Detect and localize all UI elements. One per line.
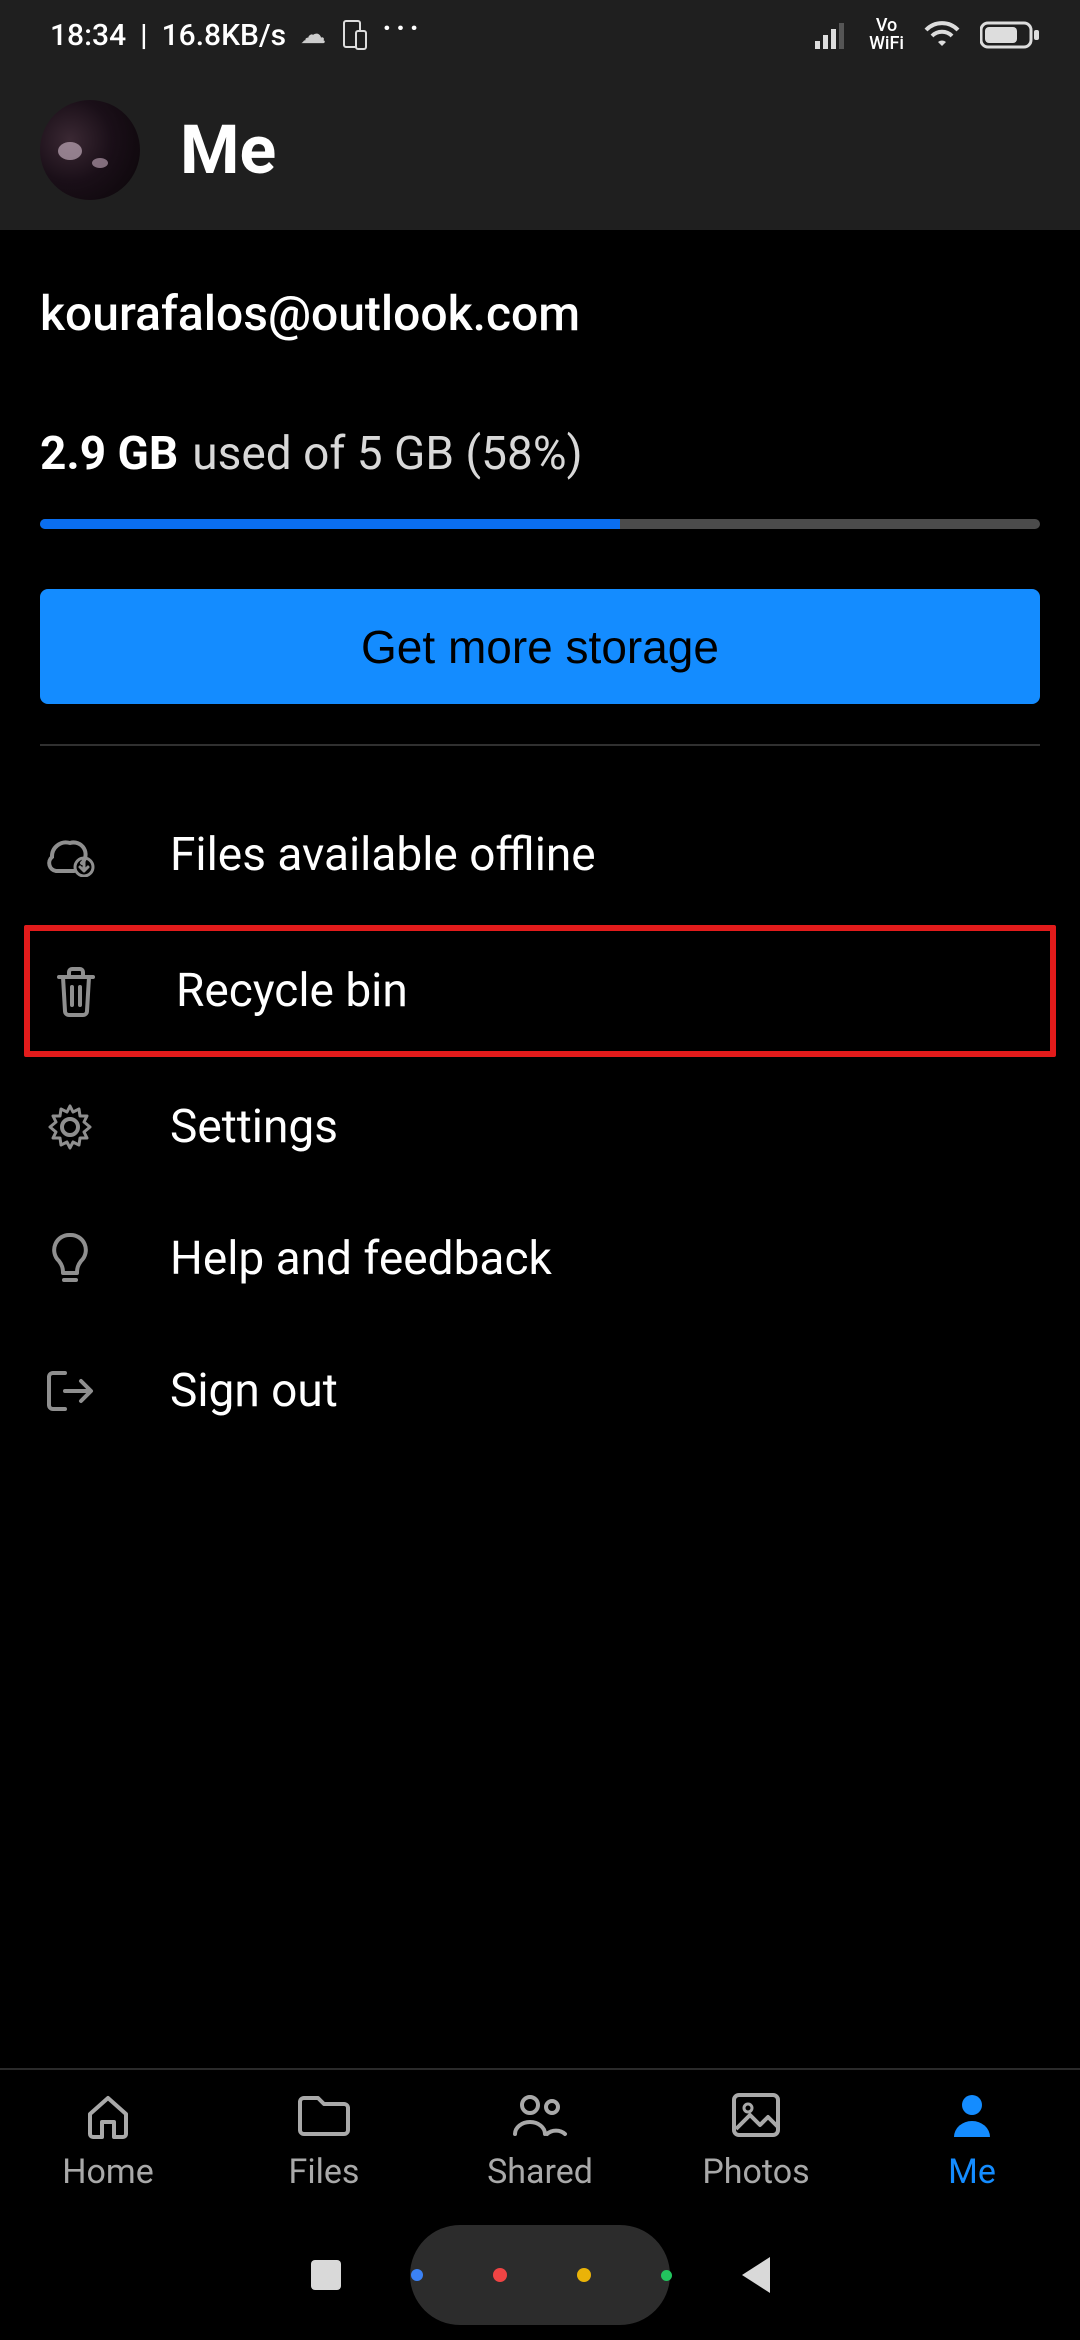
page-header: Me [0, 70, 1080, 230]
page-title: Me [180, 110, 276, 190]
tab-label: Photos [702, 2152, 809, 2192]
menu-item-settings[interactable]: Settings [0, 1061, 1080, 1193]
battery-icon [980, 20, 1040, 50]
avatar[interactable] [40, 100, 140, 200]
tab-label: Files [289, 2152, 360, 2192]
menu-item-offline[interactable]: Files available offline [0, 789, 1080, 921]
sign-out-icon [40, 1367, 100, 1415]
vowifi-icon: VoWiFi [869, 17, 904, 53]
bottom-tab-bar: Home Files Shared Photos Me [0, 2068, 1080, 2210]
menu-label: Files available offline [170, 828, 596, 882]
menu-label: Sign out [170, 1364, 338, 1418]
status-sep: | [140, 18, 147, 53]
home-icon [82, 2088, 134, 2142]
cell-signal-icon [815, 21, 851, 49]
account-section: kourafalos@outlook.com 2.9 GB used of 5 … [0, 230, 1080, 771]
menu-item-recycle-bin[interactable]: Recycle bin [30, 931, 1050, 1051]
nav-recent-icon[interactable] [311, 2260, 341, 2290]
tab-label: Shared [487, 2152, 593, 2192]
nav-dot-yellow [577, 2268, 591, 2282]
wifi-icon [922, 20, 962, 50]
sim-icon [340, 19, 368, 51]
storage-total-text: used of 5 GB (58%) [192, 427, 582, 481]
tab-files[interactable]: Files [216, 2070, 432, 2210]
nav-dot-green [661, 2270, 672, 2281]
status-time: 18:34 [50, 18, 126, 53]
account-email: kourafalos@outlook.com [40, 285, 1040, 342]
cloud-download-icon [40, 833, 100, 877]
storage-used-value: 2.9 GB [40, 427, 178, 481]
nav-dot-red [493, 2268, 507, 2282]
menu-label: Help and feedback [170, 1232, 552, 1286]
person-icon [949, 2088, 995, 2142]
people-icon [511, 2088, 569, 2142]
highlight-recycle-bin: Recycle bin [24, 925, 1056, 1057]
tab-photos[interactable]: Photos [648, 2070, 864, 2210]
system-nav-bar [0, 2210, 1080, 2340]
tab-home[interactable]: Home [0, 2070, 216, 2210]
menu-item-help[interactable]: Help and feedback [0, 1193, 1080, 1325]
bulb-icon [40, 1231, 100, 1287]
storage-summary: 2.9 GB used of 5 GB (58%) [40, 427, 1040, 481]
status-bar: 18:34 | 16.8KB/s ☁ ··· VoWiFi [0, 0, 1080, 70]
menu-item-sign-out[interactable]: Sign out [0, 1325, 1080, 1457]
photo-icon [730, 2088, 782, 2142]
tab-label: Home [62, 2152, 154, 2192]
section-divider [40, 744, 1040, 746]
gear-icon [40, 1102, 100, 1152]
nav-dot-blue [411, 2269, 423, 2281]
get-more-storage-button[interactable]: Get more storage [40, 589, 1040, 704]
trash-icon [46, 965, 106, 1017]
status-net-speed: 16.8KB/s [162, 18, 287, 53]
storage-progress-fill [40, 519, 620, 529]
menu-list: Files available offline Recycle bin Sett… [0, 771, 1080, 1457]
tab-label: Me [948, 2152, 996, 2192]
storage-progress-bar [40, 519, 1040, 529]
menu-label: Settings [170, 1100, 338, 1154]
nav-back-icon[interactable] [742, 2257, 770, 2293]
folder-icon [296, 2088, 352, 2142]
weather-cloud-icon: ☁ [300, 20, 326, 50]
menu-label: Recycle bin [176, 964, 408, 1018]
tab-shared[interactable]: Shared [432, 2070, 648, 2210]
tab-me[interactable]: Me [864, 2070, 1080, 2210]
